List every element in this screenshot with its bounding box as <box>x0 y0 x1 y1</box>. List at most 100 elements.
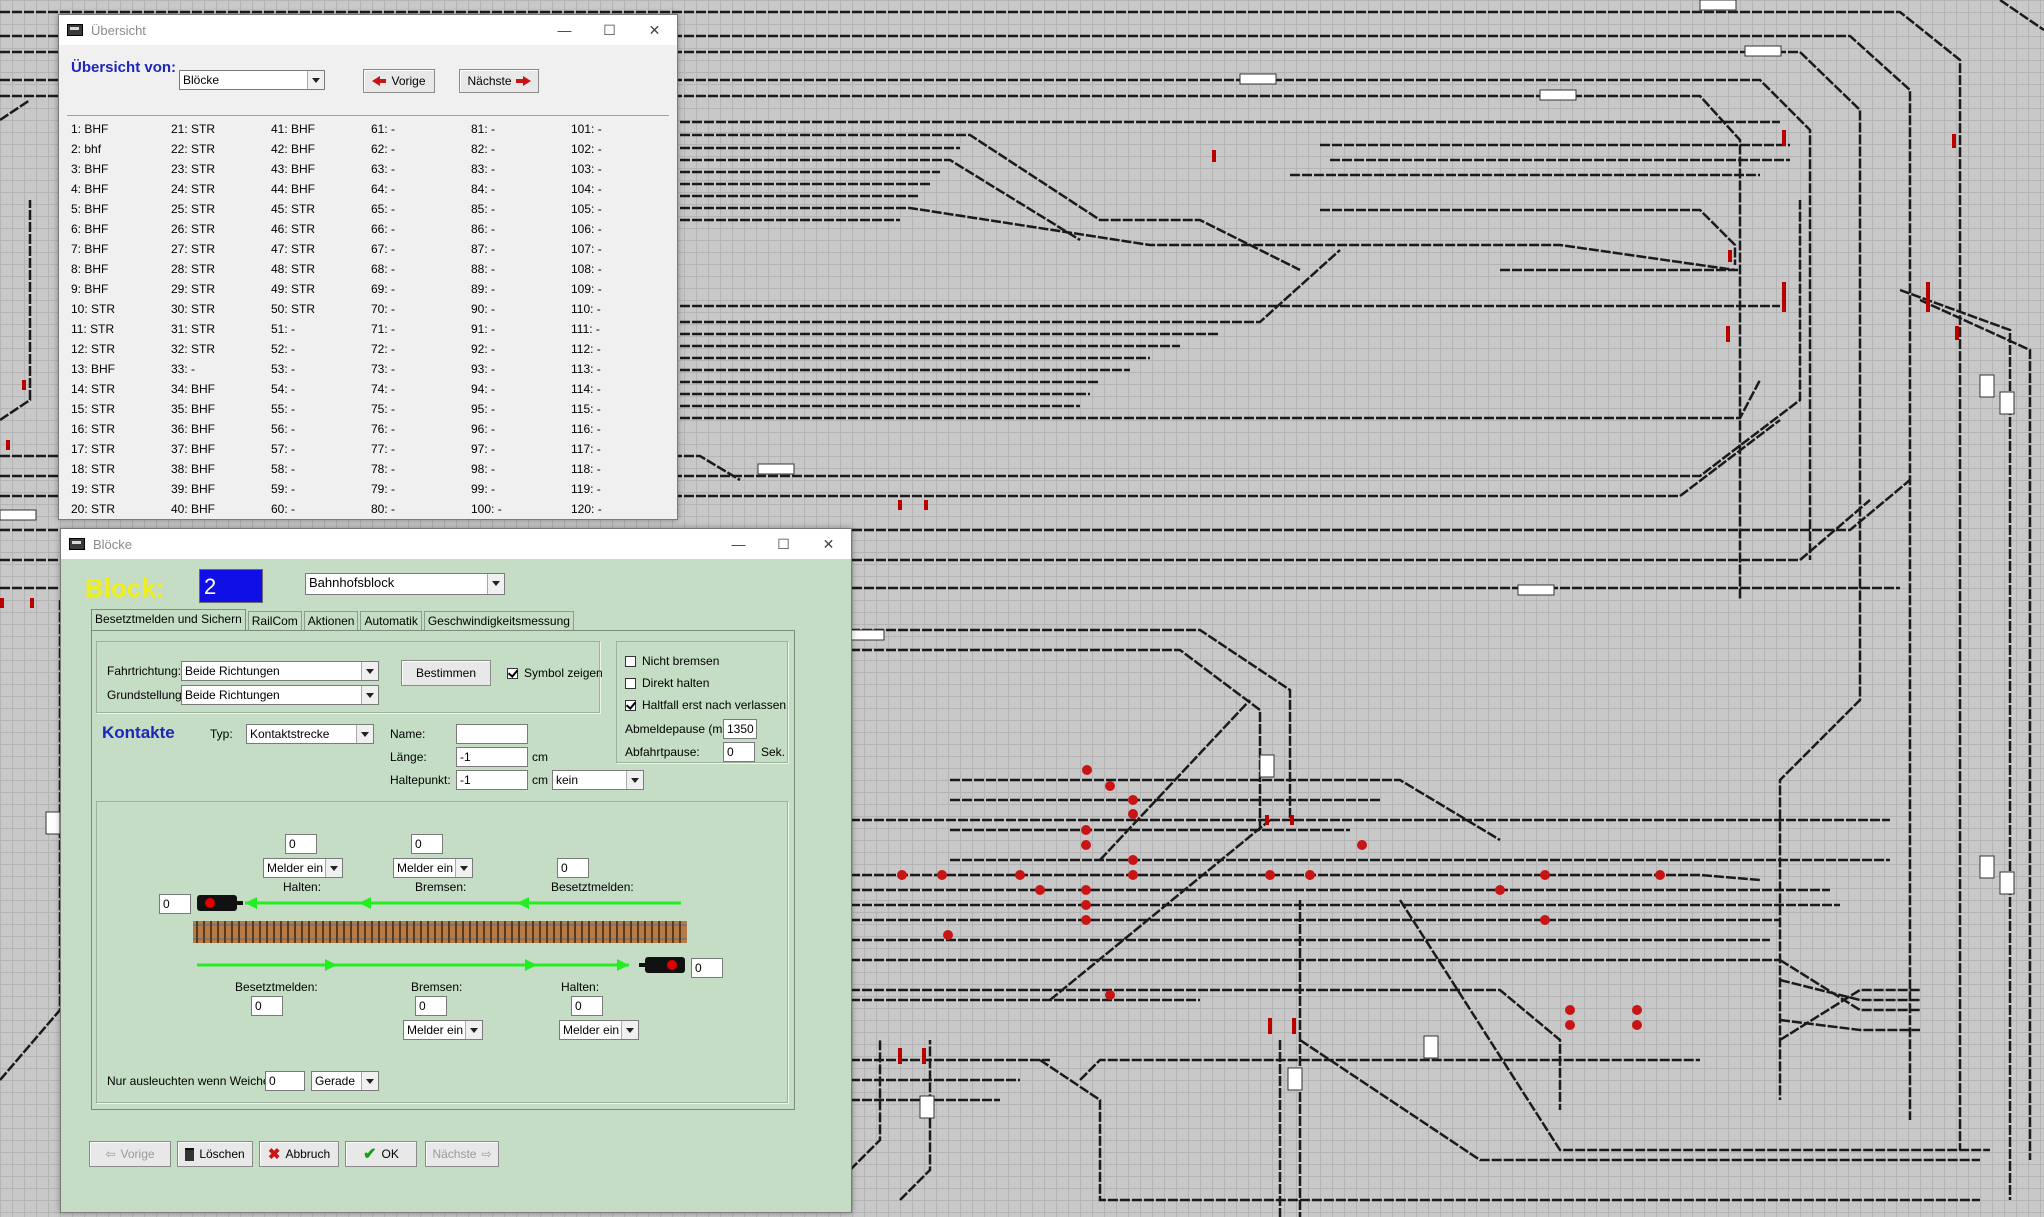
overview-list-item: 74: - <box>371 382 396 396</box>
fahrtrichtung-label: Fahrtrichtung: <box>107 664 182 678</box>
overview-list-item: 8: BHF <box>71 262 109 276</box>
maximize-icon[interactable]: ☐ <box>587 15 632 45</box>
blocks-title: Blöcke <box>93 536 133 552</box>
abmeldepause-input[interactable]: 1350 <box>723 719 757 739</box>
direkt-halten-checkbox[interactable]: Direkt halten <box>625 676 709 690</box>
blocks-titlebar[interactable]: Blöcke — ☐ ✕ <box>61 529 851 559</box>
bottom-halten-input[interactable]: 0 <box>571 996 603 1016</box>
checkbox-icon[interactable] <box>625 655 636 667</box>
blocks-window: Blöcke — ☐ ✕ Block: 2 Bahnhofsblock Bese… <box>60 528 852 1213</box>
overview-list-item: 47: STR <box>271 242 316 256</box>
close-icon[interactable]: ✕ <box>806 529 851 559</box>
haltepunkt-select[interactable]: kein <box>552 770 644 790</box>
chevron-down-icon[interactable] <box>356 725 373 743</box>
overview-list-item: 85: - <box>471 202 496 216</box>
overview-list-item: 24: STR <box>171 182 216 196</box>
chevron-down-icon[interactable] <box>307 71 324 89</box>
overview-list-item: 57: - <box>271 442 296 456</box>
abbruch-button[interactable]: ✖ Abbruch <box>259 1141 339 1167</box>
next-button[interactable]: Nächste <box>459 69 539 93</box>
symbol-zeigen-checkbox[interactable]: Symbol zeigen <box>507 666 603 680</box>
fahrtrichtung-select[interactable]: Beide Richtungen <box>181 661 379 681</box>
checkbox-icon[interactable] <box>625 677 636 689</box>
previous-button[interactable]: Vorige <box>363 69 435 93</box>
haltfall-checkbox[interactable]: Haltfall erst nach verlassen <box>625 698 786 712</box>
overview-list-item: 11: STR <box>71 322 115 336</box>
weiche-option: Gerade <box>315 1074 356 1088</box>
bottom-halten-melder-select[interactable]: Melder ein <box>559 1020 639 1040</box>
maximize-icon[interactable]: ☐ <box>761 529 806 559</box>
typ-select[interactable]: Kontaktstrecke <box>246 724 374 744</box>
overview-list-item: 64: - <box>371 182 396 196</box>
weiche-label: Nur ausleuchten wenn Weiche: <box>107 1074 273 1088</box>
checkbox-checked-icon[interactable] <box>507 667 518 679</box>
overview-list-item: 111: - <box>571 322 600 336</box>
overview-list-item: 77: - <box>371 442 396 456</box>
close-icon[interactable]: ✕ <box>632 15 677 45</box>
overview-list-item: 65: - <box>371 202 396 216</box>
tab-railcom[interactable]: RailCom <box>247 611 302 631</box>
overview-titlebar[interactable]: Übersicht — ☐ ✕ <box>59 15 677 45</box>
chevron-down-icon[interactable] <box>361 1072 378 1090</box>
block-type-select[interactable]: Bahnhofsblock <box>305 573 505 595</box>
loeschen-button[interactable]: Löschen <box>177 1141 253 1167</box>
name-input[interactable] <box>456 724 528 744</box>
overview-list-item: 107: - <box>571 242 602 256</box>
overview-list-item: 120: - <box>571 502 602 516</box>
overview-list-item: 34: BHF <box>171 382 216 396</box>
tab-besetztmelden[interactable]: Besetztmelden und Sichern <box>91 609 246 631</box>
tab-automatik[interactable]: Automatik <box>360 611 422 631</box>
abfahrtpause-input[interactable]: 0 <box>723 742 755 762</box>
overview-list-item: 33: - <box>171 362 196 376</box>
naechste-button[interactable]: Nächste ⇨ <box>425 1141 499 1167</box>
minimize-icon[interactable]: — <box>716 529 761 559</box>
grundstellung-select[interactable]: Beide Richtungen <box>181 685 379 705</box>
overview-list-item: 51: - <box>271 322 296 336</box>
weiche-select[interactable]: Gerade <box>311 1071 379 1091</box>
chevron-down-icon[interactable] <box>465 1021 482 1039</box>
block-number-field[interactable]: 2 <box>199 569 263 603</box>
overview-list-item: 86: - <box>471 222 496 236</box>
bottom-halten-melder-value: Melder ein <box>563 1023 620 1037</box>
overview-list-item: 55: - <box>271 402 296 416</box>
laenge-label: Länge: <box>390 750 427 764</box>
overview-list-item: 52: - <box>271 342 296 356</box>
overview-list-item: 89: - <box>471 282 496 296</box>
checkmark-icon: ✔ <box>363 1146 377 1163</box>
overview-list-item: 40: BHF <box>171 502 216 516</box>
overview-list-item: 35: BHF <box>171 402 216 416</box>
overview-list-item: 46: STR <box>271 222 316 236</box>
chevron-down-icon[interactable] <box>361 662 378 680</box>
overview-type-select[interactable]: Blöcke <box>179 70 325 90</box>
checkbox-checked-icon[interactable] <box>625 699 636 711</box>
bestimmen-button[interactable]: Bestimmen <box>401 660 491 686</box>
minimize-icon[interactable]: — <box>542 15 587 45</box>
signal-left-icon[interactable] <box>197 895 243 911</box>
signal-right-icon[interactable] <box>639 957 685 973</box>
direkt-halten-label: Direkt halten <box>642 676 710 690</box>
haltepunkt-input[interactable]: -1 <box>456 770 528 790</box>
overview-list-item: 79: - <box>371 482 396 496</box>
bottom-bremsen-melder-select[interactable]: Melder ein <box>403 1020 483 1040</box>
bottom-bremsen-input[interactable]: 0 <box>415 996 447 1016</box>
overview-list-item: 27: STR <box>171 242 216 256</box>
chevron-down-icon[interactable] <box>626 771 643 789</box>
weiche-input[interactable]: 0 <box>265 1071 305 1091</box>
block-type-value: Bahnhofsblock <box>309 575 395 590</box>
chevron-down-icon[interactable] <box>487 574 504 594</box>
vorige-button[interactable]: ⇦ Vorige <box>89 1141 171 1167</box>
overview-list-item: 84: - <box>471 182 496 196</box>
laenge-input[interactable]: -1 <box>456 747 528 767</box>
ok-button[interactable]: ✔ OK <box>345 1141 417 1167</box>
chevron-down-icon[interactable] <box>361 686 378 704</box>
tab-geschwindigkeitsmessung[interactable]: Geschwindigkeitsmessung <box>423 611 574 631</box>
nicht-bremsen-checkbox[interactable]: Nicht bremsen <box>625 654 719 668</box>
overview-column: 41: BHF 42: BHF 43: BHF 44: BHF 45: STR 46: S… <box>271 119 315 519</box>
chevron-down-icon[interactable] <box>621 1021 638 1039</box>
kontakte-heading: Kontakte <box>102 723 175 742</box>
overview-list-item: 12: STR <box>71 342 116 356</box>
overview-type-value: Blöcke <box>183 73 220 87</box>
overview-list-item: 36: BHF <box>171 422 216 436</box>
bottom-besetztmelden-input[interactable]: 0 <box>251 996 283 1016</box>
tab-aktionen[interactable]: Aktionen <box>303 611 359 631</box>
